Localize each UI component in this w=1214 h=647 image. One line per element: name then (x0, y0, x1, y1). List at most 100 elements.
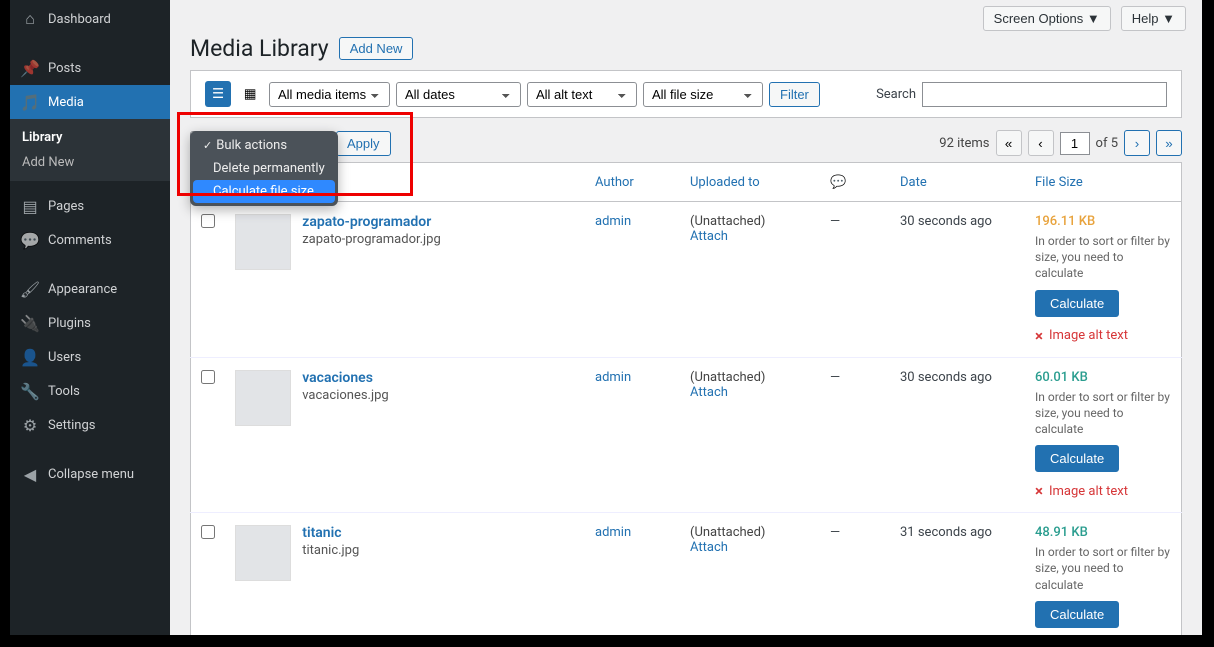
file-name: vacaciones.jpg (302, 388, 388, 403)
file-size-note: In order to sort or filter by size, you … (1035, 389, 1171, 438)
pagination: 92 items « ‹ of 5 › » (939, 130, 1182, 156)
apply-button[interactable]: Apply (336, 131, 391, 156)
col-comments[interactable]: 💬 (820, 163, 890, 202)
search-label: Search (876, 87, 916, 102)
file-size-value: 60.01 KB (1035, 370, 1171, 385)
sidebar-submenu: Library Add New (10, 119, 170, 181)
page-of: of 5 (1096, 136, 1118, 151)
sidebar-sub-addnew[interactable]: Add New (10, 150, 170, 175)
sidebar-item-label: Appearance (48, 282, 117, 297)
filter-button[interactable]: Filter (769, 82, 820, 107)
file-name: zapato-programador.jpg (302, 232, 441, 247)
file-size-note: In order to sort or filter by size, you … (1035, 233, 1171, 282)
search-input[interactable] (922, 82, 1167, 107)
sidebar-item-dashboard[interactable]: ⌂Dashboard (10, 2, 170, 36)
page-input[interactable] (1060, 132, 1090, 155)
thumbnail[interactable] (235, 370, 291, 426)
sidebar-item-label: Users (48, 350, 81, 365)
posts-icon: 📌 (20, 58, 40, 78)
sidebar-item-label: Tools (48, 384, 80, 399)
sidebar-item-posts[interactable]: 📌 Posts (10, 51, 170, 85)
item-count: 92 items (939, 136, 989, 151)
row-checkbox[interactable] (201, 525, 215, 539)
sidebar-item-label: Comments (48, 233, 112, 248)
main-content: Screen Options ▼ Help ▼ Media Library Ad… (170, 0, 1202, 635)
file-name: titanic.jpg (302, 543, 359, 558)
sidebar-item-plugins[interactable]: 🔌 Plugins (10, 306, 170, 340)
sidebar-item-label: Plugins (48, 316, 91, 331)
last-page-button[interactable]: » (1156, 130, 1182, 156)
author-link[interactable]: admin (595, 370, 631, 385)
sidebar-item-media[interactable]: 🎵 Media (10, 85, 170, 119)
sidebar-item-users[interactable]: 👤 Users (10, 340, 170, 374)
row-checkbox[interactable] (201, 214, 215, 228)
sidebar-item-label: Settings (48, 418, 95, 433)
sidebar-item-appearance[interactable]: 🖌 Appearance (10, 272, 170, 306)
plugins-icon: 🔌 (20, 313, 40, 333)
comments-cell: — (820, 202, 890, 358)
sidebar-item-pages[interactable]: ▤ Pages (10, 189, 170, 223)
calculate-button[interactable]: Calculate (1035, 601, 1119, 628)
prev-page-button[interactable]: ‹ (1028, 130, 1054, 156)
date-cell: 31 seconds ago (890, 513, 1025, 635)
uploaded-to-status: (Unattached) (690, 370, 810, 385)
page-title: Media Library (190, 35, 329, 62)
bulk-option-delete[interactable]: Delete permanently (193, 157, 335, 180)
file-title[interactable]: vacaciones (302, 370, 388, 386)
calculate-button[interactable]: Calculate (1035, 290, 1119, 317)
file-title[interactable]: zapato-programador (302, 214, 441, 230)
sidebar-item-label: Collapse menu (48, 467, 134, 482)
dates-select[interactable]: All dates (396, 82, 521, 107)
sidebar-item-label: Pages (48, 199, 84, 214)
attach-link[interactable]: Attach (690, 540, 810, 555)
settings-icon: ⚙ (20, 415, 40, 435)
bulk-option-calculate[interactable]: Calculate file size (193, 180, 335, 203)
admin-sidebar: ⌂Dashboard 📌 Posts 🎵 Media Library Add New… (10, 0, 170, 635)
media-type-select[interactable]: All media items (269, 82, 390, 107)
uploaded-to-status: (Unattached) (690, 525, 810, 540)
pages-icon: ▤ (20, 196, 40, 216)
media-icon: 🎵 (20, 92, 40, 112)
appearance-icon: 🖌 (20, 279, 40, 299)
table-row: vacaciones vacaciones.jpg admin (Unattac… (191, 357, 1182, 513)
file-size-value: 48.91 KB (1035, 525, 1171, 540)
grid-view-button[interactable]: ▦ (237, 81, 263, 107)
media-table: File Author Uploaded to 💬 Date File Size… (190, 162, 1182, 635)
alt-text-select[interactable]: All alt text (527, 82, 637, 107)
sidebar-item-collapse[interactable]: ◀Collapse menu (10, 457, 170, 491)
help-button[interactable]: Help ▼ (1121, 6, 1186, 31)
file-title[interactable]: titanic (302, 525, 359, 541)
attach-link[interactable]: Attach (690, 385, 810, 400)
sidebar-item-label: Media (48, 95, 84, 110)
row-checkbox[interactable] (201, 370, 215, 384)
sidebar-item-settings[interactable]: ⚙ Settings (10, 408, 170, 442)
file-size-value: 196.11 KB (1035, 214, 1171, 229)
col-file-size[interactable]: File Size (1025, 163, 1182, 202)
col-author[interactable]: Author (585, 163, 680, 202)
col-uploaded-to[interactable]: Uploaded to (680, 163, 820, 202)
sidebar-item-comments[interactable]: 💬Comments (10, 223, 170, 257)
bulk-option-bulk-actions[interactable]: Bulk actions (193, 134, 335, 157)
sidebar-item-label: Dashboard (48, 12, 111, 27)
calculate-button[interactable]: Calculate (1035, 445, 1119, 472)
first-page-button[interactable]: « (996, 130, 1022, 156)
next-page-button[interactable]: › (1124, 130, 1150, 156)
thumbnail[interactable] (235, 214, 291, 270)
uploaded-to-status: (Unattached) (690, 214, 810, 229)
sidebar-sub-library[interactable]: Library (10, 125, 170, 150)
users-icon: 👤 (20, 347, 40, 367)
file-size-select[interactable]: All file size (643, 82, 763, 107)
attach-link[interactable]: Attach (690, 229, 810, 244)
comments-cell: — (820, 357, 890, 513)
screen-options-button[interactable]: Screen Options ▼ (983, 6, 1111, 31)
list-view-button[interactable]: ☰ (205, 81, 231, 107)
sidebar-item-label: Posts (48, 61, 81, 76)
table-row: titanic titanic.jpg admin (Unattached) A… (191, 513, 1182, 635)
author-link[interactable]: admin (595, 214, 631, 229)
author-link[interactable]: admin (595, 525, 631, 540)
thumbnail[interactable] (235, 525, 291, 581)
tools-icon: 🔧 (20, 381, 40, 401)
sidebar-item-tools[interactable]: 🔧 Tools (10, 374, 170, 408)
col-date[interactable]: Date (890, 163, 1025, 202)
add-new-button[interactable]: Add New (339, 37, 414, 60)
